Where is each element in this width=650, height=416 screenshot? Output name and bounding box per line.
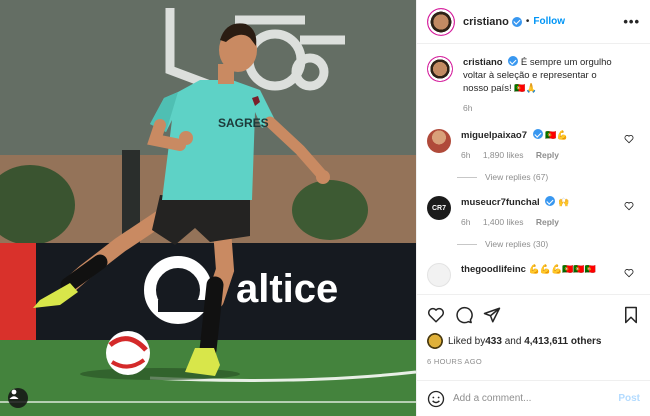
comment-likes[interactable]: 1,890 likes: [483, 150, 524, 160]
comments-list: cristiano É sempre um orgulho voltar à s…: [417, 44, 650, 294]
comment-text: 💪💪💪🇵🇹🇵🇹🇵🇹: [528, 264, 596, 274]
view-replies-button[interactable]: View replies (30): [457, 239, 640, 249]
view-replies-label: View replies (67): [485, 172, 549, 182]
verified-badge-icon: [511, 16, 522, 27]
red-board: [0, 243, 36, 343]
comment-avatar[interactable]: [427, 263, 451, 287]
bookmark-icon[interactable]: [622, 306, 640, 324]
shirt-sponsor: SAGRES: [218, 116, 269, 130]
more-options-icon[interactable]: •••: [623, 14, 640, 29]
post-actions: Liked by 433 and 4,413,611 others 6 HOUR…: [417, 294, 650, 380]
emoji-icon[interactable]: [427, 390, 445, 408]
comment-username[interactable]: thegoodlifeinc: [461, 264, 526, 275]
heart-icon[interactable]: [427, 306, 445, 324]
user-icon: [9, 389, 19, 399]
comment-username[interactable]: miguelpaixao7: [461, 130, 527, 141]
football: [106, 331, 150, 375]
like-comment-heart-icon[interactable]: [624, 134, 634, 144]
comment-item: CR7 museucr7funchal 🙌 6h 1,400 likes Rep…: [427, 196, 640, 229]
avatar-text: CR7: [431, 204, 446, 212]
caption-avatar[interactable]: [427, 56, 453, 82]
comment-icon[interactable]: [455, 306, 473, 324]
board-text: altice: [236, 267, 338, 311]
like-comment-heart-icon[interactable]: [624, 268, 634, 278]
verified-badge-icon: [545, 196, 556, 206]
liked-by-prefix: Liked by: [448, 335, 486, 347]
view-replies-label: View replies (30): [485, 239, 549, 249]
comment-age: 6h: [461, 217, 471, 227]
author-username[interactable]: cristiano: [463, 16, 509, 28]
post-photo[interactable]: altice SAGRES: [0, 0, 416, 416]
caption: cristiano É sempre um orgulho voltar à s…: [427, 56, 640, 115]
view-replies-button[interactable]: View replies (67): [457, 172, 640, 182]
separator-dot: •: [525, 16, 530, 27]
liked-by-mid: and: [501, 335, 525, 347]
share-icon[interactable]: [483, 306, 501, 324]
instagram-post: altice SAGRES cristiano • Follow ••• cri…: [0, 0, 650, 416]
comment-age: 6h: [461, 150, 471, 160]
training-scene: altice SAGRES: [0, 0, 416, 416]
action-icons: [427, 301, 640, 329]
comment-likes[interactable]: 1,400 likes: [483, 217, 524, 227]
post-sidebar: cristiano • Follow ••• cristiano É sempr…: [416, 0, 650, 416]
add-comment-bar: Post: [417, 380, 650, 416]
comment-input[interactable]: [453, 393, 619, 404]
comment-avatar[interactable]: CR7: [427, 196, 451, 220]
verified-badge-icon: [532, 129, 543, 139]
comment-item: miguelpaixao7 🇵🇹💪 6h 1,890 likes Reply: [427, 129, 640, 162]
comment-meta: 6h 1,400 likes Reply: [461, 216, 622, 229]
likes-summary[interactable]: Liked by 433 and 4,413,611 others: [427, 333, 640, 349]
follow-button[interactable]: Follow: [533, 16, 565, 27]
comment-meta: 6h 1,890 likes Reply: [461, 149, 622, 162]
comment-text: 🇵🇹💪: [545, 130, 568, 140]
replies-divider: [457, 243, 477, 245]
reply-button[interactable]: Reply: [536, 150, 559, 160]
liked-by-user[interactable]: 433: [485, 336, 502, 347]
comment-username[interactable]: museucr7funchal: [461, 197, 540, 208]
liked-by-count[interactable]: 4,413,611 others: [524, 336, 601, 347]
post-header: cristiano • Follow •••: [417, 0, 650, 44]
replies-divider: [457, 176, 477, 178]
comment-avatar[interactable]: [427, 129, 451, 153]
reply-button[interactable]: Reply: [536, 217, 559, 227]
caption-emoji: 🇵🇹🙏: [514, 83, 537, 93]
caption-meta: 6h: [463, 102, 622, 115]
caption-username[interactable]: cristiano: [463, 57, 503, 68]
tagged-users-button[interactable]: [8, 388, 28, 408]
verified-badge-icon: [508, 56, 519, 66]
comment-item: thegoodlifeinc 💪💪💪🇵🇹🇵🇹🇵🇹: [427, 263, 640, 287]
liker-avatar[interactable]: [427, 333, 443, 349]
author-avatar[interactable]: [427, 7, 455, 36]
caption-age: 6h: [463, 103, 473, 113]
post-comment-button[interactable]: Post: [618, 393, 640, 404]
post-timestamp: 6 HOURS AGO: [427, 357, 482, 366]
comment-text: 🙌: [557, 197, 570, 207]
like-comment-heart-icon[interactable]: [624, 201, 634, 211]
